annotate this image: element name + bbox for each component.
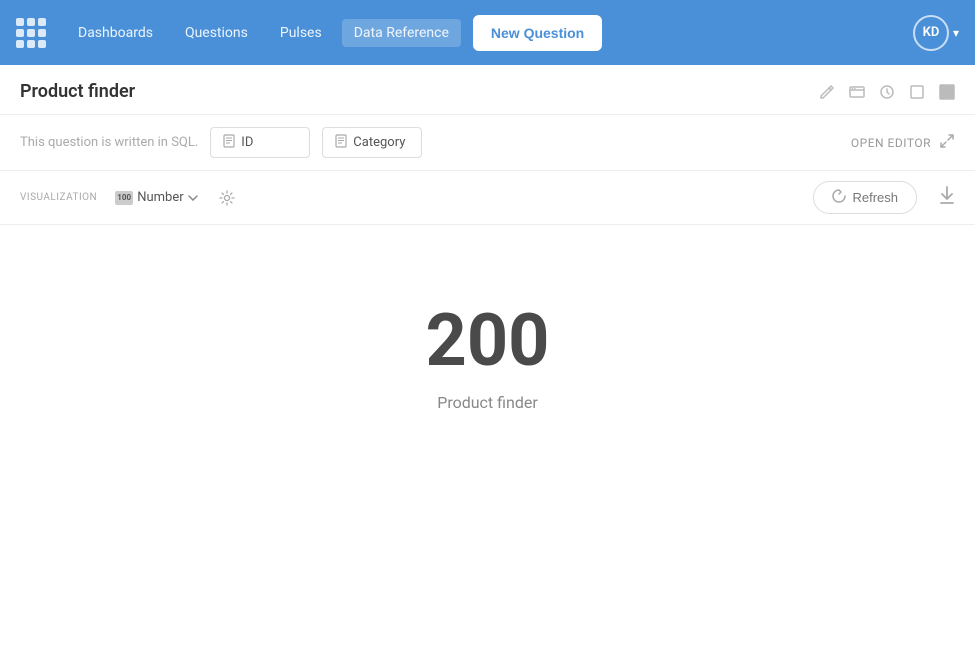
embed-icon[interactable] — [849, 84, 865, 100]
content-area: Product finder — [0, 65, 975, 671]
navbar: Dashboards Questions Pulses Data Referen… — [0, 0, 975, 65]
viz-caret-icon — [188, 190, 198, 205]
result-number: 200 — [426, 305, 550, 377]
avatar: KD — [913, 15, 949, 51]
category-param-label: Category — [353, 135, 405, 150]
category-param[interactable]: Category — [322, 127, 422, 158]
id-param[interactable]: ID — [210, 127, 310, 158]
refresh-button[interactable]: Refresh — [813, 181, 917, 214]
question-header: Product finder — [0, 65, 975, 115]
refresh-label: Refresh — [852, 190, 898, 205]
open-editor-button[interactable]: OPEN EDITOR — [851, 136, 931, 150]
pencil-icon[interactable] — [819, 84, 835, 100]
result-label: Product finder — [437, 393, 538, 412]
nav-pulses[interactable]: Pulses — [268, 19, 334, 47]
viz-row: VISUALIZATION 100 Number — [0, 171, 975, 225]
refresh-spin-icon — [832, 189, 846, 206]
history-icon[interactable] — [879, 84, 895, 100]
nav-data-reference[interactable]: Data Reference — [342, 19, 461, 47]
viz-label: VISUALIZATION — [20, 192, 97, 203]
new-question-button[interactable]: New Question — [473, 15, 602, 51]
avatar-caret-icon: ▾ — [953, 26, 959, 40]
nav-questions[interactable]: Questions — [173, 19, 260, 47]
viz-settings-button[interactable] — [214, 185, 240, 211]
category-param-icon — [335, 134, 347, 151]
bookmark-icon[interactable] — [939, 84, 955, 100]
viz-type-label: Number — [137, 190, 183, 205]
download-icon[interactable] — [939, 185, 955, 210]
viz-type-button[interactable]: 100 Number — [109, 186, 203, 209]
nav-dashboards[interactable]: Dashboards — [66, 19, 165, 47]
header-icons — [819, 84, 955, 100]
sql-row: This question is written in SQL. ID — [0, 115, 975, 171]
user-menu[interactable]: KD ▾ — [913, 15, 959, 51]
open-editor-area: OPEN EDITOR — [851, 133, 955, 153]
id-param-label: ID — [241, 135, 253, 150]
share-icon[interactable] — [909, 84, 925, 100]
result-area: 200 Product finder — [0, 225, 975, 472]
viz-number-icon: 100 — [115, 191, 133, 205]
logo[interactable] — [16, 18, 46, 48]
expand-icon[interactable] — [939, 133, 955, 153]
question-title: Product finder — [20, 81, 135, 102]
id-param-icon — [223, 134, 235, 151]
sql-label: This question is written in SQL. — [20, 135, 198, 150]
